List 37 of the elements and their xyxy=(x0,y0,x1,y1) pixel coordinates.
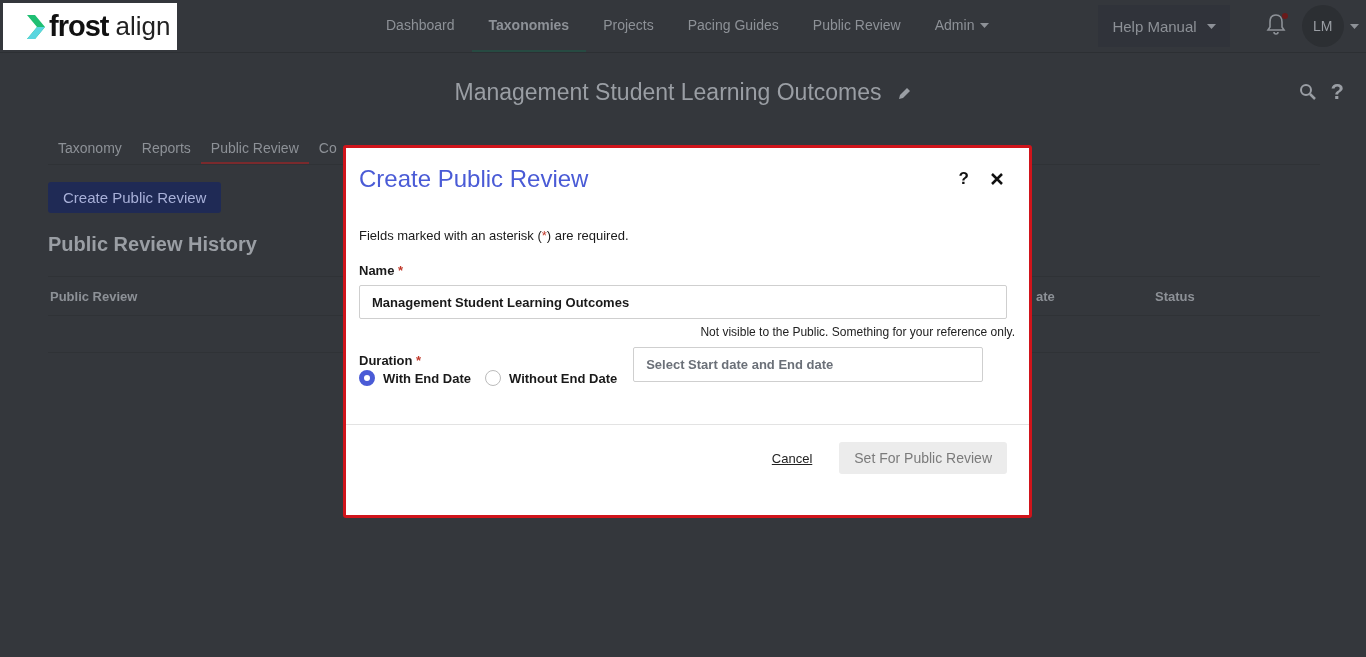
help-button[interactable]: ? xyxy=(1330,79,1344,105)
nav-link[interactable]: Pacing Guides xyxy=(670,0,796,52)
search-icon[interactable] xyxy=(1298,82,1317,102)
section-heading: Public Review History xyxy=(48,233,257,256)
radio-option[interactable]: Without End Date xyxy=(485,370,618,386)
column-header: Status xyxy=(1155,288,1195,304)
radio-option[interactable]: With End Date xyxy=(359,370,471,386)
nav-link[interactable]: Public Review xyxy=(795,0,918,52)
name-input[interactable]: Management Student Learning Outcomes xyxy=(359,285,1007,319)
user-avatar[interactable]: LM xyxy=(1301,5,1344,47)
tab[interactable]: Reports xyxy=(131,134,201,164)
nav-link[interactable]: Dashboard xyxy=(369,0,472,52)
chevron-icon xyxy=(25,12,47,41)
tab[interactable]: Public Review xyxy=(200,134,309,164)
field-label: Duration * xyxy=(359,353,423,368)
bell-icon[interactable] xyxy=(1265,13,1286,35)
caret-icon xyxy=(1206,23,1216,29)
help-button[interactable]: ? xyxy=(952,168,975,190)
nav-link[interactable]: Taxonomies xyxy=(471,0,587,52)
create-public-review-button[interactable]: Create Public Review xyxy=(48,182,222,213)
field-hint: Not visible to the Public. Something for your reference only. xyxy=(699,325,1015,339)
help-menu[interactable]: Help Manual xyxy=(1098,5,1230,47)
tab[interactable]: Taxonomy xyxy=(48,134,132,164)
nav-link[interactable]: Projects xyxy=(586,0,671,52)
column-header: Public Review xyxy=(50,288,138,304)
column-header: ate xyxy=(1036,288,1055,304)
date-range-input[interactable]: Select Start date and End date xyxy=(633,347,984,382)
pencil-icon[interactable] xyxy=(897,85,912,100)
nav-link[interactable]: Admin xyxy=(917,0,1007,52)
cancel-link[interactable]: Cancel xyxy=(765,449,819,467)
field-label: Name * xyxy=(359,263,405,278)
tab[interactable]: Co xyxy=(308,134,347,164)
required-note: Fields marked with an asterisk (*) are required. xyxy=(359,228,630,243)
page-title: Management Student Learning Outcomes xyxy=(454,79,882,106)
dialog-title: Create Public Review xyxy=(359,165,590,193)
caret-icon[interactable] xyxy=(1349,23,1359,29)
logo[interactable]: frost align xyxy=(3,3,177,50)
